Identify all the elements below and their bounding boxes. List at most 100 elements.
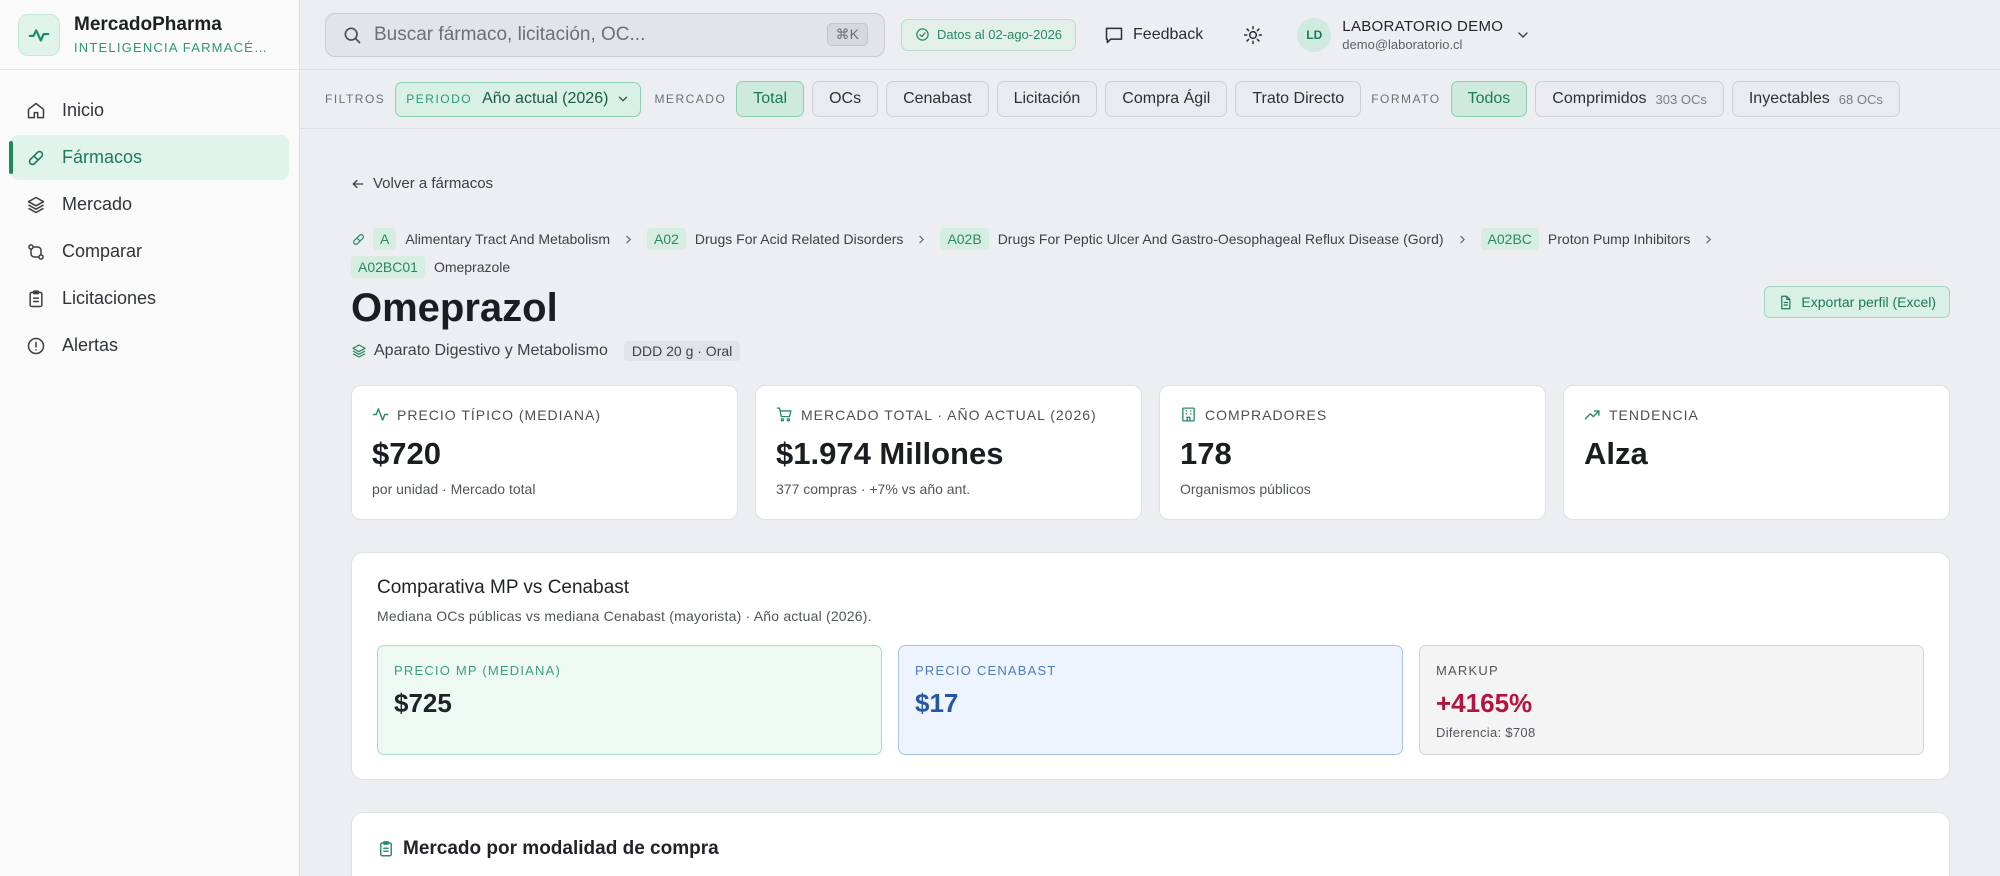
data-date-badge: Datos al 02-ago-2026 <box>901 18 1077 51</box>
comparison-title: Comparativa MP vs Cenabast <box>377 577 630 598</box>
format-chip-inyectables[interactable]: Inyectables 68 OCs <box>1731 81 1900 117</box>
kpi-card-tendencia: TENDENCIA Alza <box>1563 385 1950 520</box>
sidebar-item-inicio[interactable]: Inicio <box>10 88 289 133</box>
chevron-down-icon <box>619 96 628 102</box>
comparison-subtitle: Mediana OCs públicas vs mediana Cenabast… <box>377 608 872 624</box>
breadcrumb-item[interactable]: A02B Drugs For Peptic Ulcer And Gastro-O… <box>940 228 1444 250</box>
topbar: ⌘K Datos al 02-ago-2026 Feedback LD LABO… <box>300 0 2000 70</box>
kpi-value: $720 <box>372 436 441 471</box>
kpi-card-compradores: COMPRADORES 178 Organismos públicos <box>1159 385 1546 520</box>
brand-subtitle: INTELIGENCIA FARMACÉUTICA <box>74 40 274 55</box>
breadcrumb-item[interactable]: A Alimentary Tract And Metabolism <box>373 228 610 250</box>
compare-icon <box>28 243 44 260</box>
breadcrumb-item[interactable]: A02 Drugs For Acid Related Disorders <box>646 228 904 250</box>
kpi-sub: 377 compras · +7% vs año ant. <box>776 481 971 497</box>
markup-label: MARKUP <box>1436 663 1499 678</box>
comparison-panel: Comparativa MP vs Cenabast Mediana OCs p… <box>351 552 1950 780</box>
purchase-mode-panel: Mercado por modalidad de compra <box>351 812 1950 876</box>
markup-difference: Diferencia: $708 <box>1436 725 1536 740</box>
breadcrumb-item[interactable]: A02BC Proton Pump Inhibitors <box>1480 228 1690 250</box>
back-link[interactable]: Volver a fármacos <box>351 175 1950 192</box>
sidebar: MercadoPharma INTELIGENCIA FARMACÉUTICA … <box>0 0 300 876</box>
format-chip-comprimidos[interactable]: Comprimidos 303 OCs <box>1535 81 1724 117</box>
sidebar-item-alertas[interactable]: Alertas <box>10 323 289 368</box>
clipboard-icon <box>380 841 392 857</box>
ddd-badge: DDD 20 g · Oral <box>623 341 741 361</box>
kpi-card-mercado: MERCADO TOTAL · AÑO ACTUAL (2026) $1.974… <box>755 385 1142 520</box>
sidebar-item-licitaciones[interactable]: Licitaciones <box>10 276 289 321</box>
search-box[interactable]: ⌘K <box>325 12 885 57</box>
markup-box: MARKUP +4165% Diferencia: $708 <box>1419 645 1924 755</box>
market-chip-licitacion[interactable]: Licitación <box>996 81 1098 117</box>
sidebar-item-label: Licitaciones <box>62 288 157 308</box>
markup-value: +4165% <box>1436 688 1533 718</box>
atc-code: A02 <box>646 228 686 250</box>
format-chip-count: 68 OCs <box>1838 91 1883 107</box>
cenabast-price-value: $17 <box>915 688 959 718</box>
sidebar-item-farmacos[interactable]: Fármacos <box>9 135 289 180</box>
format-chip-label: Comprimidos <box>1552 90 1647 107</box>
kpi-row: PRECIO TÍPICO (MEDIANA) $720 por unidad … <box>351 385 1950 520</box>
trending-up-icon <box>1584 410 1600 420</box>
kpi-label: TENDENCIA <box>1609 406 1699 423</box>
atc-code: A02BC <box>1480 228 1539 250</box>
user-menu[interactable]: LD LABORATORIO DEMO demo@laboratorio.cl <box>1297 17 1531 52</box>
sidebar-item-label: Mercado <box>62 194 133 214</box>
pill-icon <box>28 150 44 165</box>
message-icon <box>1105 27 1123 43</box>
building-icon <box>1182 407 1195 422</box>
sidebar-item-label: Inicio <box>62 100 105 120</box>
data-date-label: Datos al 02-ago-2026 <box>937 27 1063 42</box>
user-name: LABORATORIO DEMO <box>1342 17 1504 35</box>
export-label: Exportar perfil (Excel) <box>1801 294 1936 310</box>
alert-icon <box>27 337 45 354</box>
search-icon <box>344 27 361 43</box>
atc-code: A <box>373 228 397 250</box>
format-chip-count: 303 OCs <box>1655 91 1707 107</box>
period-select[interactable]: PERIODO Año actual (2026) <box>395 81 642 117</box>
cart-icon <box>776 407 792 422</box>
period-value: Año actual (2026) <box>482 90 609 107</box>
mp-price-box: PRECIO MP (MEDIANA) $725 <box>377 645 882 755</box>
sidebar-item-label: Alertas <box>62 335 119 355</box>
market-chip-total[interactable]: Total <box>736 81 805 117</box>
format-chip-label: Inyectables <box>1748 90 1830 107</box>
kpi-value: $1.974 Millones <box>776 436 1004 471</box>
period-label: PERIODO <box>406 92 473 106</box>
atc-code: A02BC01 <box>351 256 425 278</box>
breadcrumb-label: Omeprazole <box>433 259 511 275</box>
kpi-value: 178 <box>1180 436 1232 471</box>
drug-category: Aparato Digestivo y Metabolismo <box>374 342 608 359</box>
home-icon <box>27 102 45 118</box>
search-input[interactable] <box>374 23 827 46</box>
kpi-sub: por unidad · Mercado total <box>372 481 536 497</box>
breadcrumb-label: Drugs For Acid Related Disorders <box>694 231 904 247</box>
arrow-left-icon <box>352 179 364 188</box>
chevron-down-icon <box>1518 31 1528 38</box>
kpi-label: MERCADO TOTAL · AÑO ACTUAL (2026) <box>801 406 1097 423</box>
chevron-right-icon <box>919 235 925 243</box>
market-chip-cenabast[interactable]: Cenabast <box>886 81 989 117</box>
user-email: demo@laboratorio.cl <box>1342 36 1463 52</box>
brand[interactable]: MercadoPharma INTELIGENCIA FARMACÉUTICA <box>0 0 299 70</box>
sidebar-nav: Inicio Fármacos Mercado Comparar Licitac… <box>0 70 299 368</box>
filters-label: FILTROS <box>325 92 386 106</box>
sidebar-item-label: Fármacos <box>62 147 143 167</box>
brand-name: MercadoPharma <box>74 14 222 35</box>
kpi-value: Alza <box>1584 436 1648 471</box>
back-link-label: Volver a fármacos <box>373 175 494 192</box>
export-excel-button[interactable]: Exportar perfil (Excel) <box>1764 286 1950 318</box>
market-chip-compra-agil[interactable]: Compra Ágil <box>1105 81 1228 117</box>
breadcrumb: A Alimentary Tract And Metabolism A02 Dr… <box>351 228 1801 278</box>
format-chip-todos[interactable]: Todos <box>1450 81 1528 117</box>
market-chip-ocs[interactable]: OCs <box>812 81 879 117</box>
theme-toggle-button[interactable] <box>1239 21 1267 49</box>
market-chip-trato-directo[interactable]: Trato Directo <box>1235 81 1362 117</box>
sidebar-item-mercado[interactable]: Mercado <box>10 182 289 227</box>
check-circle-icon <box>916 28 929 41</box>
sidebar-item-comparar[interactable]: Comparar <box>10 229 289 274</box>
main-content: Volver a fármacos A Alimentary Tract And… <box>351 129 1950 876</box>
feedback-button[interactable]: Feedback <box>1104 25 1203 45</box>
kpi-label: PRECIO TÍPICO (MEDIANA) <box>397 406 601 423</box>
layers-icon <box>27 196 45 213</box>
